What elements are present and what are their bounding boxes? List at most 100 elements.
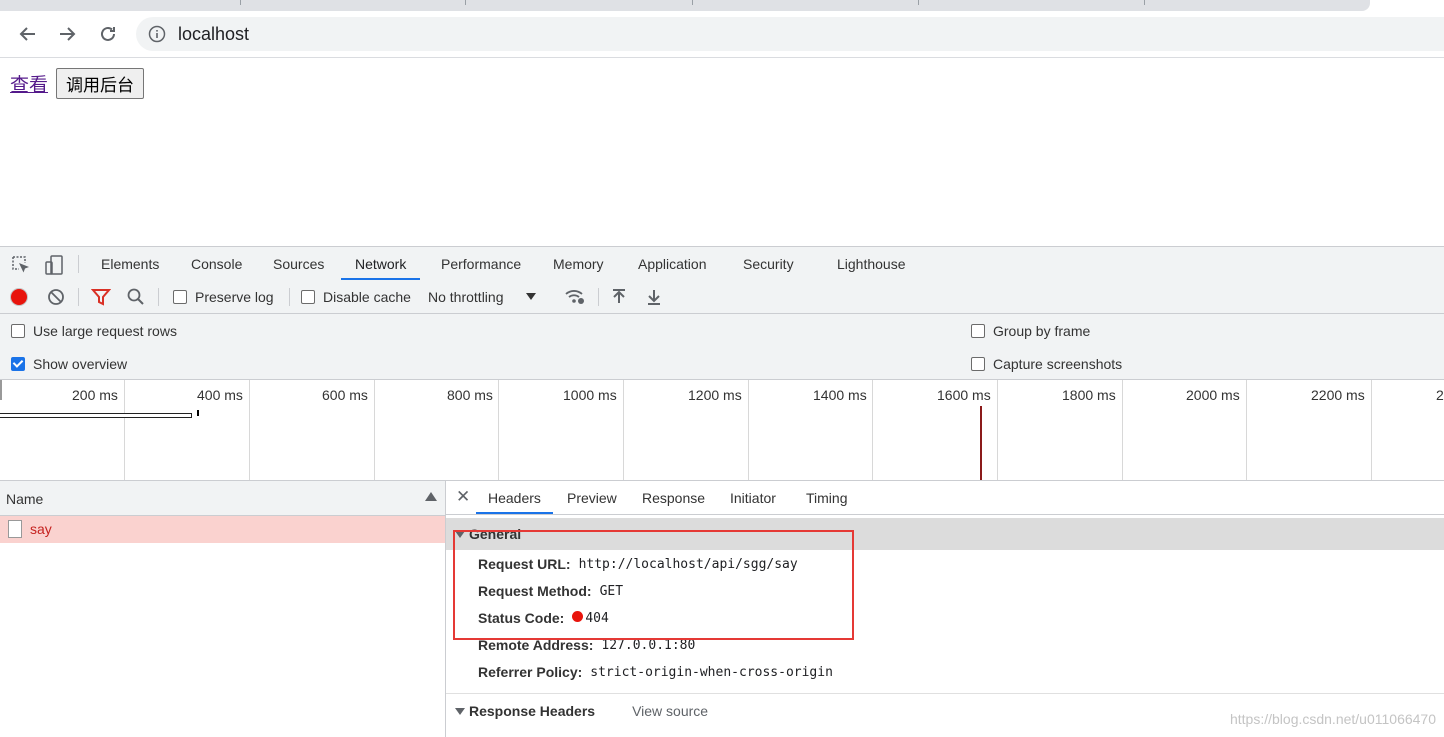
overview-tick-label: 1800 ms: [1062, 387, 1116, 403]
tab-elements[interactable]: Elements: [101, 247, 159, 280]
requests-header[interactable]: Name: [0, 481, 445, 516]
request-row[interactable]: say: [0, 516, 445, 543]
view-link[interactable]: 查看: [10, 70, 48, 97]
large-rows-label: Use large request rows: [33, 323, 177, 339]
overview-tick-label: 200 ms: [72, 387, 118, 403]
throttling-value: No throttling: [428, 288, 504, 305]
dropdown-arrow-icon: [526, 293, 537, 300]
general-section-header[interactable]: General: [446, 518, 1444, 550]
remote-address-key: Remote Address:: [478, 637, 594, 653]
overview-gridline: [124, 380, 125, 480]
view-source-link[interactable]: View source: [632, 703, 708, 719]
response-headers-title: Response Headers: [469, 703, 596, 719]
tab-application[interactable]: Application: [638, 247, 707, 280]
show-overview-checkbox[interactable]: [11, 357, 25, 371]
search-button[interactable]: [126, 280, 145, 313]
overview-tick-label: 1400 ms: [813, 387, 867, 403]
request-details-pane: ✕ Headers Preview Response Initiator Tim…: [446, 481, 1444, 737]
devtools-tab-bar: Elements Console Sources Network Perform…: [0, 246, 1444, 281]
triangle-down-icon: [455, 530, 465, 538]
tab-network[interactable]: Network: [341, 247, 421, 280]
document-icon: [8, 520, 22, 538]
network-conditions-button[interactable]: [564, 280, 586, 313]
capture-screenshots-checkbox[interactable]: [971, 357, 985, 371]
overview-left-handle[interactable]: [0, 380, 2, 400]
overview-gridline: [872, 380, 873, 480]
tab-preview[interactable]: Preview: [567, 481, 617, 514]
throttling-select[interactable]: No throttling: [428, 280, 537, 313]
column-name-header[interactable]: Name: [6, 491, 43, 507]
device-toolbar-icon[interactable]: [44, 254, 66, 276]
overview-tick-label: 1000 ms: [563, 387, 617, 403]
tab-separator: [692, 0, 693, 5]
reload-icon: [101, 26, 115, 41]
record-icon: [11, 288, 27, 305]
capture-screenshots-toggle[interactable]: Capture screenshots: [971, 354, 1122, 374]
import-har-button[interactable]: [611, 280, 627, 313]
address-url[interactable]: localhost: [178, 24, 249, 45]
overview-gridline: [498, 380, 499, 480]
overview-tick-label: 1200 ms: [688, 387, 742, 403]
large-rows-checkbox[interactable]: [11, 324, 25, 338]
tab-lighthouse[interactable]: Lighthouse: [837, 247, 906, 280]
tab-console[interactable]: Console: [191, 247, 242, 280]
referrer-policy-value: strict-origin-when-cross-origin: [590, 664, 833, 680]
group-by-frame-toggle[interactable]: Group by frame: [971, 321, 1090, 341]
disable-cache-checkbox[interactable]: [301, 289, 315, 304]
status-code-key: Status Code:: [478, 610, 565, 626]
filter-button[interactable]: [91, 280, 111, 313]
overview-gridline: [748, 380, 749, 480]
search-icon: [127, 288, 144, 305]
tab-sources[interactable]: Sources: [273, 247, 324, 280]
overview-gridline: [997, 380, 998, 480]
request-name[interactable]: say: [30, 521, 52, 537]
arrow-left-icon: [19, 27, 35, 41]
large-rows-toggle[interactable]: Use large request rows: [11, 321, 177, 341]
tab-headers[interactable]: Headers: [476, 481, 553, 514]
remote-address-value: 127.0.0.1:80: [601, 637, 696, 653]
capture-screenshots-label: Capture screenshots: [993, 356, 1123, 372]
tab-security[interactable]: Security: [743, 247, 794, 280]
upload-icon: [613, 288, 625, 303]
reload-button[interactable]: [94, 20, 122, 48]
preserve-log-label: Preserve log: [195, 288, 274, 305]
sort-ascending-icon[interactable]: [425, 492, 437, 501]
preserve-log-checkbox[interactable]: [173, 289, 187, 304]
forward-button[interactable]: [53, 20, 81, 48]
overview-tick-label: 400 ms: [197, 387, 243, 403]
overview-tick-label: 800 ms: [447, 387, 493, 403]
filter-icon: [91, 288, 111, 306]
tab-initiator[interactable]: Initiator: [730, 481, 776, 514]
record-button[interactable]: [11, 280, 27, 313]
group-by-frame-checkbox[interactable]: [971, 324, 985, 338]
request-url-row: Request URL: http://localhost/api/sgg/sa…: [478, 553, 798, 575]
browser-toolbar: localhost: [0, 11, 1444, 58]
show-overview-label: Show overview: [33, 356, 128, 372]
export-har-button[interactable]: [646, 280, 662, 313]
inspect-element-icon[interactable]: [11, 255, 31, 275]
tab-timing[interactable]: Timing: [806, 481, 848, 514]
clear-button[interactable]: [47, 280, 65, 313]
triangle-down-icon: [455, 707, 465, 715]
tab-separator: [1144, 0, 1145, 5]
tab-separator: [465, 0, 466, 5]
disable-cache-toggle[interactable]: Disable cache: [301, 280, 411, 313]
call-backend-button[interactable]: 调用后台: [56, 68, 144, 99]
toolbar-divider: [598, 288, 599, 306]
disable-cache-label: Disable cache: [323, 288, 411, 305]
network-overview[interactable]: 200 ms 400 ms 600 ms 800 ms 1000 ms 1200…: [0, 380, 1444, 481]
back-button[interactable]: [14, 20, 42, 48]
address-bar[interactable]: localhost: [136, 17, 1444, 51]
show-overview-toggle[interactable]: Show overview: [11, 354, 127, 374]
tab-response[interactable]: Response: [642, 481, 705, 514]
group-by-frame-label: Group by frame: [993, 323, 1091, 339]
toolbar-divider: [289, 288, 290, 306]
overview-tick-label: 1600 ms: [937, 387, 991, 403]
network-settings: Use large request rows Show overview Gro…: [0, 314, 1444, 380]
tab-performance[interactable]: Performance: [441, 247, 521, 280]
overview-request-tick: [197, 410, 199, 416]
close-icon[interactable]: ✕: [456, 487, 470, 507]
preserve-log-toggle[interactable]: Preserve log: [173, 280, 274, 313]
tab-memory[interactable]: Memory: [553, 247, 604, 280]
info-icon[interactable]: [148, 25, 166, 43]
